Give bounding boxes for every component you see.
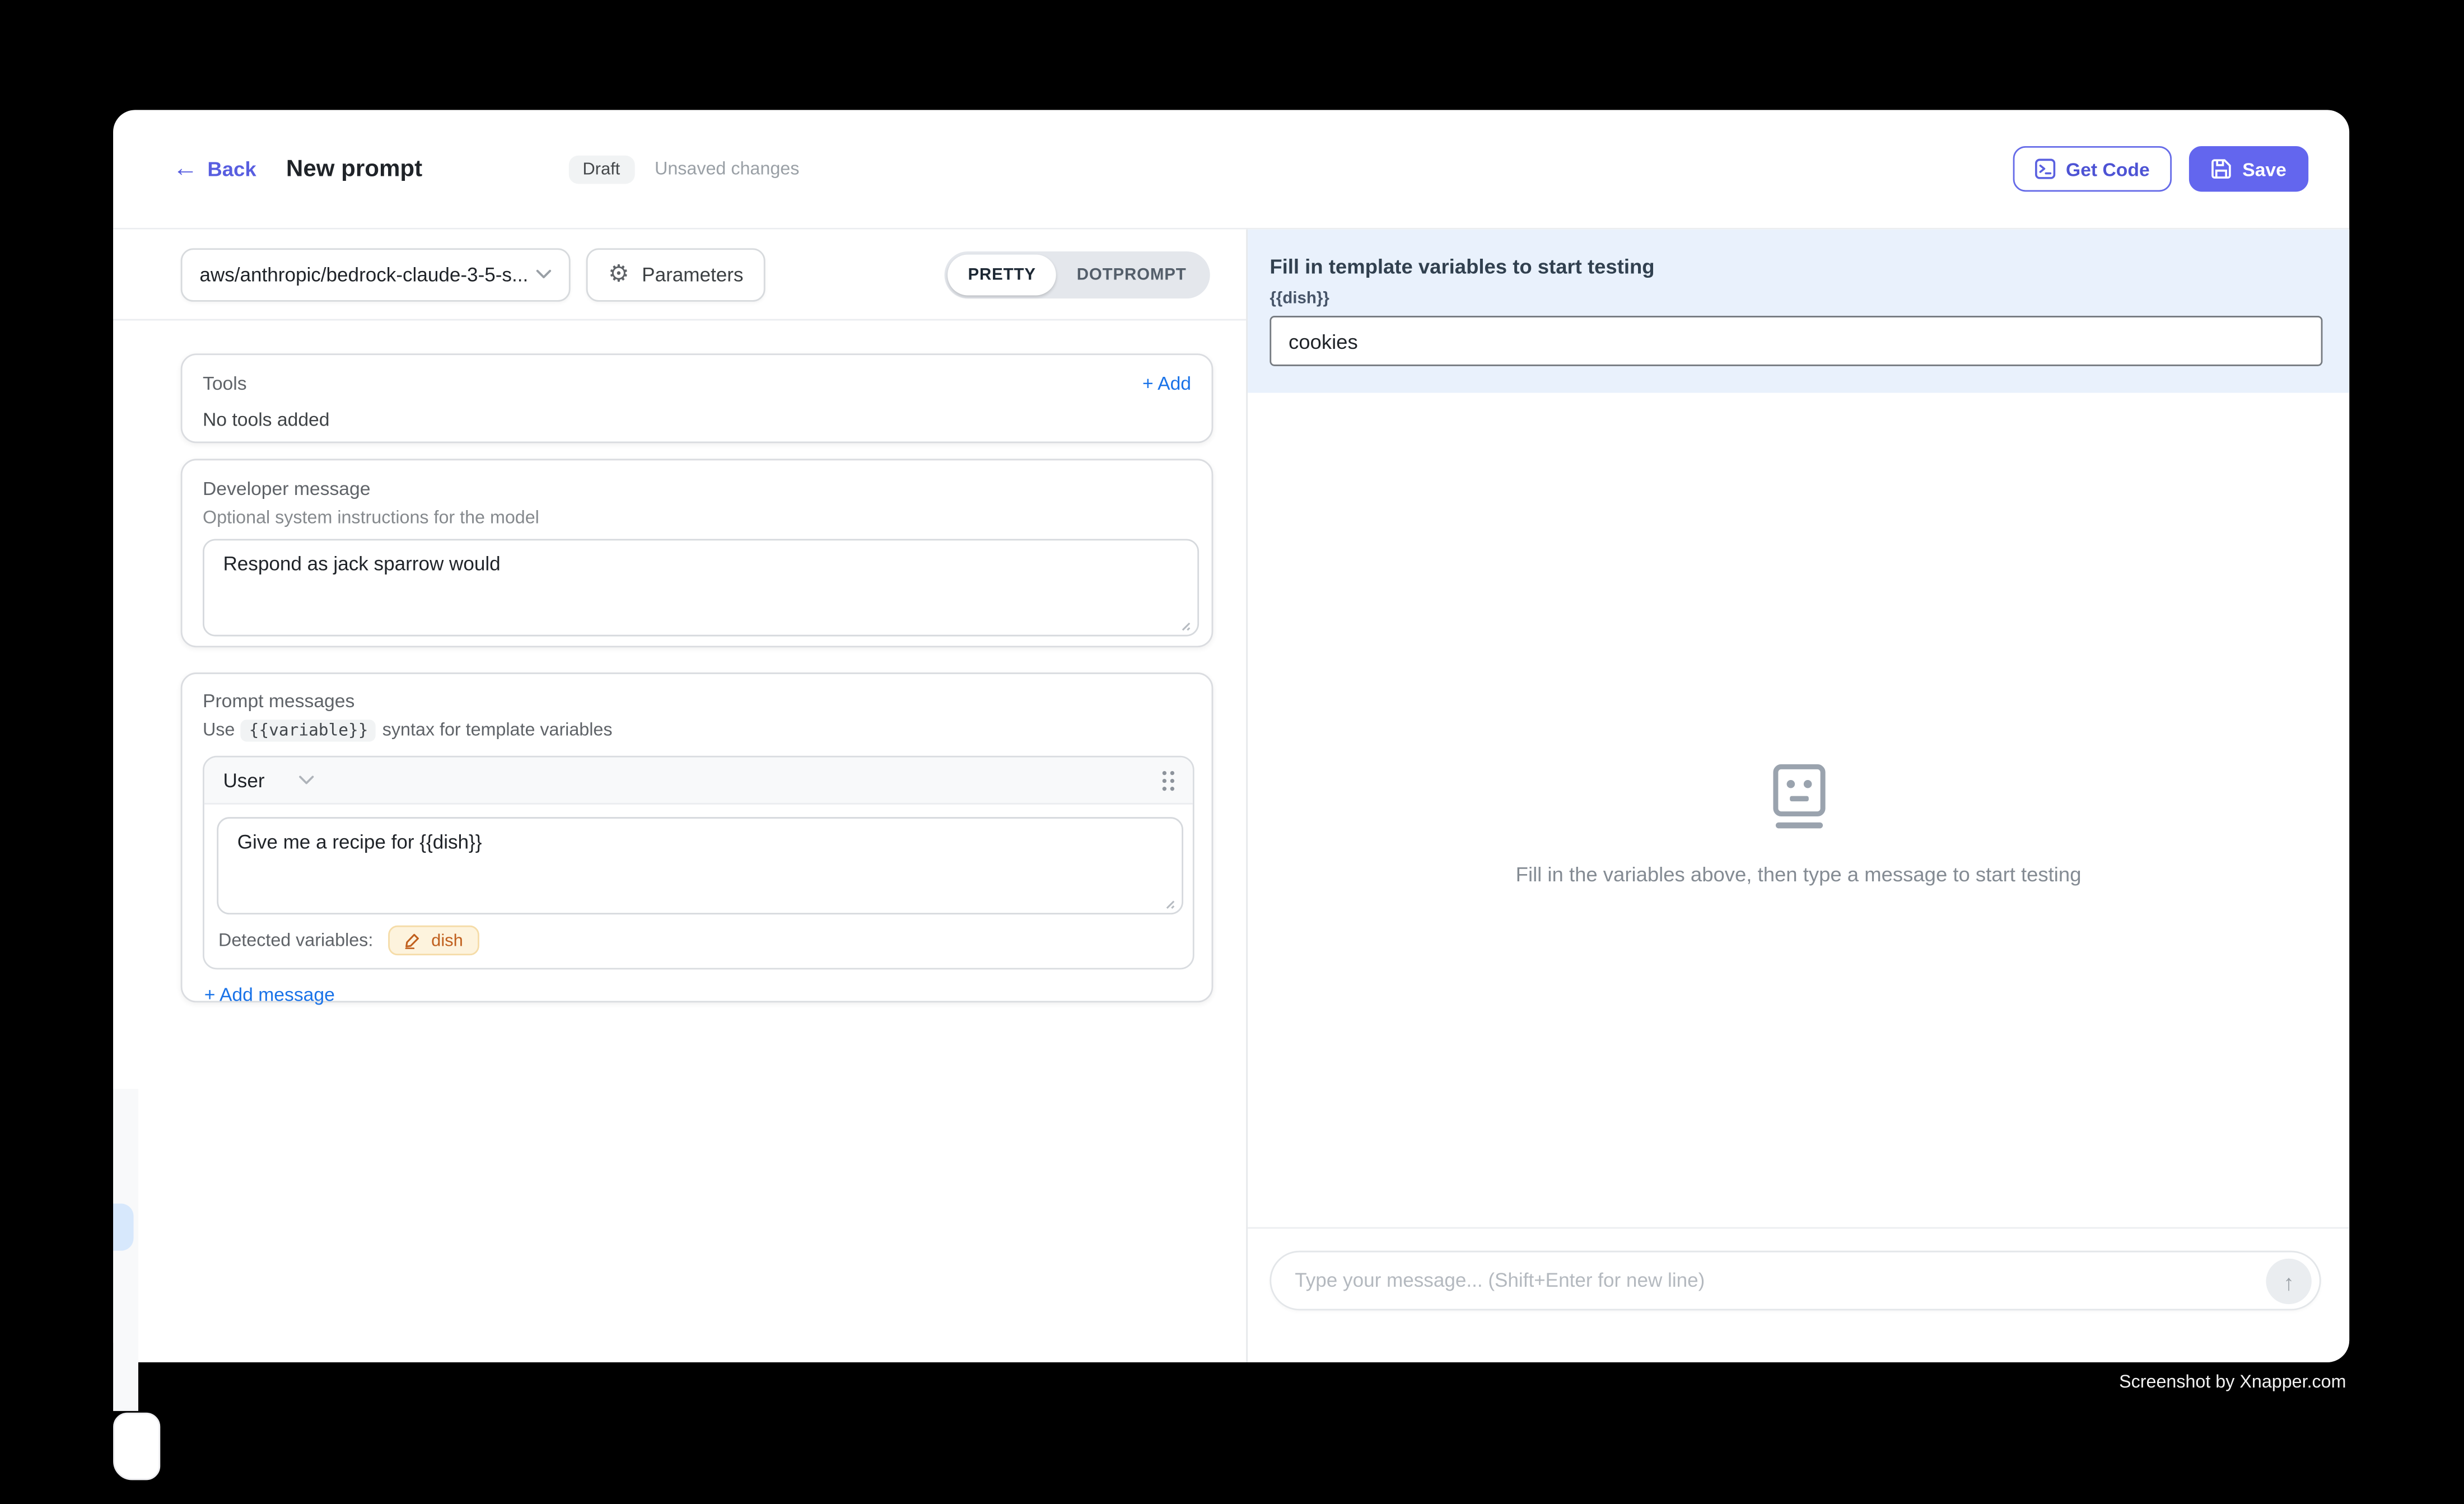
template-variables-section: Fill in template variables to start test…: [1248, 230, 2349, 393]
view-mode-toggle: PRETTY DOTPROMPT: [944, 251, 1210, 298]
back-button[interactable]: ← Back: [173, 156, 256, 181]
xnapper-watermark: Screenshot by Xnapper.com: [2119, 1374, 2346, 1393]
detected-variables-row: Detected variables: dish: [217, 914, 1180, 955]
add-message-button[interactable]: + Add message: [204, 984, 335, 1006]
tools-empty-text: No tools added: [203, 409, 1191, 431]
get-code-button[interactable]: Get Code: [2013, 146, 2172, 191]
unsaved-changes-text: Unsaved changes: [655, 160, 799, 179]
user-message-input[interactable]: Give me a recipe for {{dish}}: [217, 817, 1183, 914]
message-body: Give me a recipe for {{dish}} Detected v…: [204, 805, 1193, 968]
chat-input-section: ↑: [1248, 1227, 2349, 1311]
empty-state-text: Fill in the variables above, then type a…: [1248, 863, 2349, 886]
tab-dotprompt[interactable]: DOTPROMPT: [1056, 254, 1207, 295]
save-floppy-icon: [2211, 158, 2231, 179]
message-header: User: [204, 758, 1193, 805]
header: ← Back New prompt Draft Unsaved changes …: [113, 110, 2349, 229]
variable-badge-dish[interactable]: dish: [389, 926, 478, 955]
parameters-button[interactable]: ⚙ Parameters: [586, 247, 766, 301]
terminal-icon: [2034, 158, 2055, 179]
resize-grip-icon[interactable]: [1163, 897, 1175, 909]
role-value: User: [223, 769, 264, 791]
role-selector[interactable]: User: [223, 769, 315, 791]
resize-grip-icon[interactable]: [1179, 619, 1191, 632]
hint-code: {{variable}}: [241, 720, 376, 741]
hint-prefix: Use: [203, 721, 235, 740]
save-label: Save: [2242, 158, 2286, 180]
developer-message-subtitle: Optional system instructions for the mod…: [203, 509, 1196, 528]
parameters-label: Parameters: [642, 263, 743, 285]
get-code-label: Get Code: [2066, 158, 2150, 180]
model-selector[interactable]: aws/anthropic/bedrock-claude-3-5-s...: [181, 247, 571, 301]
page-title: New prompt: [286, 156, 422, 183]
dish-variable-label: {{dish}}: [1270, 289, 2321, 308]
developer-message-card: Developer message Optional system instru…: [181, 459, 1214, 647]
variable-badge-label: dish: [431, 931, 463, 950]
prompt-editor-window: ← Back New prompt Draft Unsaved changes …: [113, 110, 2349, 1362]
model-toolbar: aws/anthropic/bedrock-claude-3-5-s... ⚙ …: [113, 230, 1246, 321]
detected-variables-label: Detected variables:: [218, 931, 373, 950]
dish-variable-input[interactable]: [1270, 316, 2322, 366]
drag-handle-icon[interactable]: [1160, 768, 1177, 793]
chat-message-input[interactable]: [1295, 1269, 2250, 1291]
screenshot-stage: ← Back New prompt Draft Unsaved changes …: [0, 0, 2464, 1503]
hint-suffix: syntax for template variables: [382, 721, 613, 740]
robot-face-icon: [1772, 764, 1825, 830]
side-rail-fragment: [113, 1089, 138, 1411]
send-button[interactable]: ↑: [2266, 1259, 2311, 1304]
prompt-editor-panel: aws/anthropic/bedrock-claude-3-5-s... ⚙ …: [113, 230, 1246, 1362]
back-arrow-icon: ←: [173, 156, 198, 181]
chevron-down-icon: [299, 774, 315, 786]
message-block: User: [203, 756, 1194, 970]
send-arrow-icon: ↑: [2283, 1271, 2294, 1292]
chevron-down-icon: [536, 269, 552, 280]
save-button[interactable]: Save: [2189, 146, 2308, 191]
developer-message-input[interactable]: Respond as jack sparrow would: [203, 539, 1199, 636]
chat-input-bar: ↑: [1270, 1251, 2321, 1311]
gear-icon: ⚙: [608, 263, 629, 286]
back-label: Back: [207, 157, 256, 181]
developer-message-title: Developer message: [203, 478, 1196, 499]
tab-pretty[interactable]: PRETTY: [948, 254, 1056, 295]
template-variables-heading: Fill in template variables to start test…: [1270, 255, 2321, 278]
variable-syntax-hint: Use {{variable}} syntax for template var…: [203, 720, 1191, 741]
tools-card: Tools + Add No tools added: [181, 353, 1214, 443]
editor-cards: Tools + Add No tools added Developer mes…: [113, 320, 1246, 1002]
add-tool-button[interactable]: + Add: [1142, 372, 1191, 394]
draft-status-badge: Draft: [568, 155, 634, 183]
model-selector-value: aws/anthropic/bedrock-claude-3-5-s...: [199, 263, 528, 285]
prompt-messages-card: Prompt messages Use {{variable}} syntax …: [181, 672, 1214, 1002]
header-actions: Get Code Save: [2013, 146, 2309, 191]
side-rail-active-item[interactable]: [113, 1203, 133, 1250]
corner-popover-fragment: [113, 1413, 160, 1480]
prompt-messages-title: Prompt messages: [203, 690, 1191, 712]
test-panel: Fill in template variables to start test…: [1248, 230, 2349, 1362]
edit-pencil-icon: [404, 932, 422, 949]
tools-title: Tools: [203, 372, 247, 394]
